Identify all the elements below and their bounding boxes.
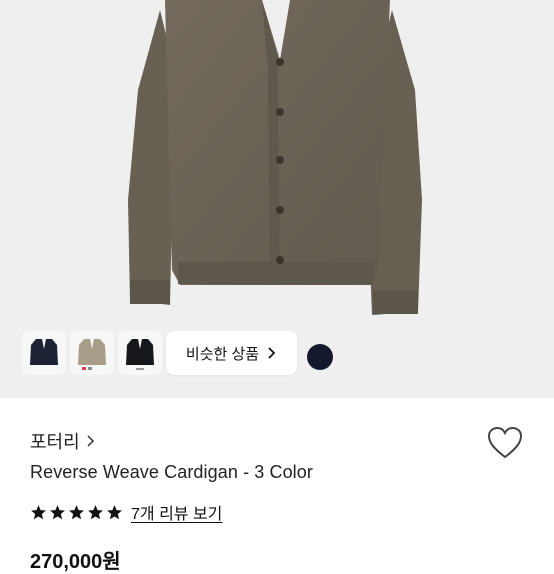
color-swatch-navy[interactable] [307, 344, 333, 370]
thumbnail-beige[interactable] [70, 331, 114, 375]
rating-row: 7개 리뷰 보기 [30, 500, 222, 524]
brand-link[interactable]: 포터리 [30, 428, 95, 454]
star-icon [69, 504, 84, 519]
beige-cardigan-icon [78, 339, 106, 370]
thumbnail-navy[interactable] [22, 331, 66, 375]
star-icon [88, 504, 103, 519]
product-title: Reverse Weave Cardigan - 3 Color [30, 462, 313, 482]
heart-icon[interactable] [487, 426, 523, 460]
price: 270,000원 [30, 551, 121, 573]
star-icon [107, 504, 122, 519]
navy-cardigan-icon [30, 339, 58, 365]
brand-name: 포터리 [30, 432, 80, 452]
thumbnail-list [22, 331, 162, 375]
star-icon [50, 504, 65, 519]
black-cardigan-icon [126, 339, 154, 370]
review-link[interactable]: 7개 리뷰 보기 [131, 500, 222, 524]
chevron-right-icon [87, 435, 94, 447]
similar-products-button[interactable]: 비슷한 상품 [166, 331, 297, 375]
rating-stars [30, 504, 123, 521]
thumbnail-black[interactable] [118, 331, 162, 375]
star-icon [31, 504, 46, 519]
chevron-right-icon [268, 347, 276, 359]
similar-products-label: 비슷한 상품 [185, 345, 260, 363]
